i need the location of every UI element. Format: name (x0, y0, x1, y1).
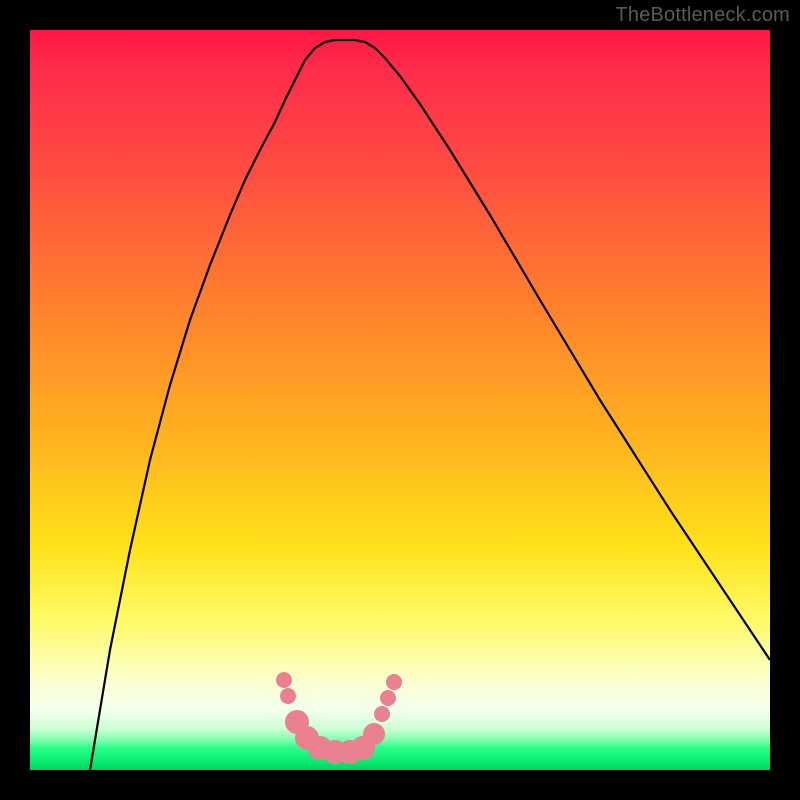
left-curve-line (90, 42, 325, 770)
chart-lines (90, 40, 770, 770)
flat-bottom-line (325, 40, 365, 42)
data-marker (280, 688, 296, 704)
watermark-text: TheBottleneck.com (615, 4, 790, 27)
data-marker (276, 672, 292, 688)
data-marker (374, 706, 390, 722)
chart-svg (30, 30, 770, 770)
data-marker (386, 674, 402, 690)
right-curve-line (365, 42, 770, 660)
data-marker (380, 690, 396, 706)
data-marker (363, 723, 385, 745)
marker-group (276, 672, 402, 764)
plot-area (30, 30, 770, 770)
chart-stage: TheBottleneck.com (0, 0, 800, 800)
